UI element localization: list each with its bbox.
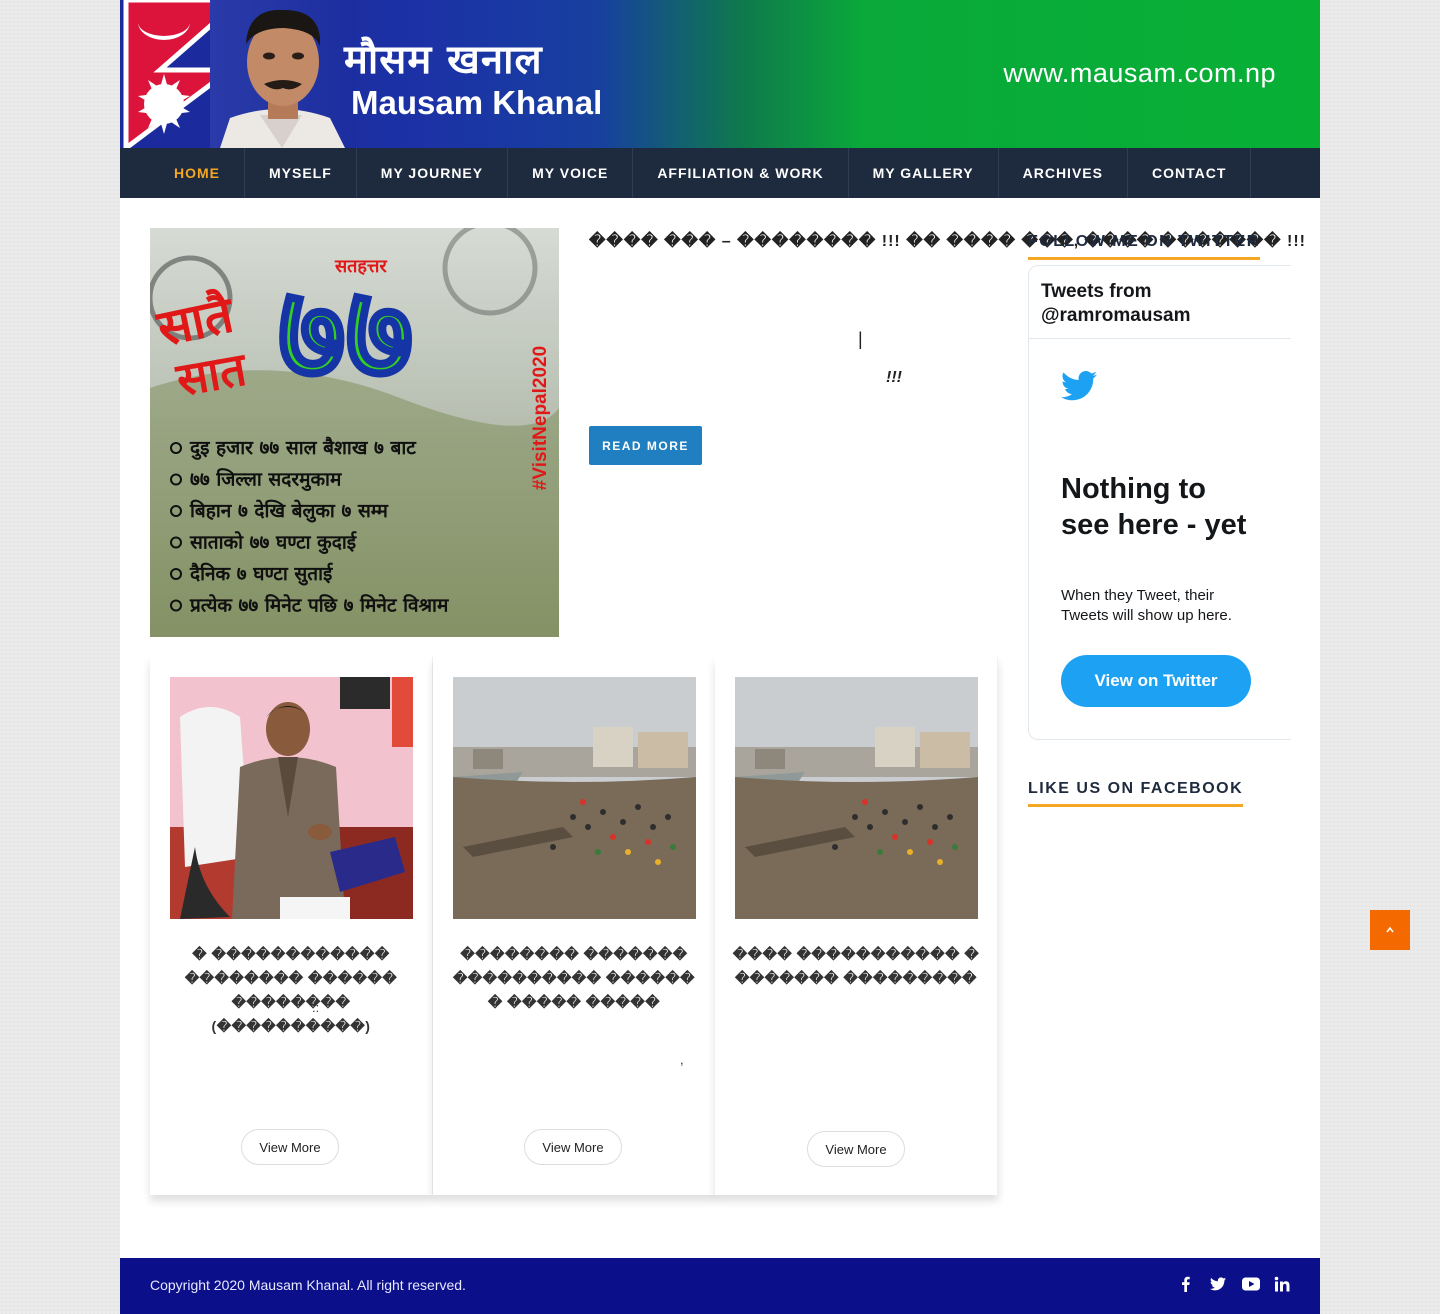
nav-item-my-gallery[interactable]: MY GALLERY [849,148,999,198]
divider [1029,338,1291,339]
post-card-image[interactable] [453,677,696,919]
view-on-twitter-button[interactable]: View on Twitter [1061,655,1251,707]
main-navigation: HOME MYSELF MY JOURNEY MY VOICE AFFILIATION … [120,148,1320,198]
copyright-text: Copyright 2020 Mausam Khanal. All right … [150,1277,466,1293]
poster-line: प्रत्येक ७७ मिनेट पछि ७ मिनेट विश्राम [189,594,449,617]
twitter-timeline-header[interactable]: Tweets from @ramromausam [1041,280,1291,328]
nav-item-my-voice[interactable]: MY VOICE [508,148,634,198]
post-cards: � ������������ �������� ������ �������� … [150,657,998,1197]
poster-line: ७७ जिल्ला सदरमुकाम [190,468,342,492]
nav-item-home[interactable]: HOME [150,148,245,198]
post-card: �������� ������� ���������� ������ � ���… [433,657,716,1195]
twitter-empty-title: Nothing to see here - yet [1061,473,1247,541]
linkedin-icon[interactable] [1274,1276,1290,1292]
facebook-widget-title: LIKE US ON FACEBOOK [1028,780,1244,807]
read-more-button[interactable]: READ MORE [589,426,702,465]
nav-item-my-journey[interactable]: MY JOURNEY [357,148,509,198]
featured-excerpt-fragment: | [858,329,863,349]
featured-poster: सातै सात सतहत्तर ७७ #VisitNepal2020 दुइ … [150,228,559,637]
featured-post-image[interactable]: सातै सात सतहत्तर ७७ #VisitNepal2020 दुइ … [150,228,559,637]
nav-list: HOME MYSELF MY JOURNEY MY VOICE AFFILIATION … [120,148,1320,198]
facebook-icon[interactable] [1178,1276,1194,1292]
poster-big-number: ७७ [278,257,413,409]
post-card-title[interactable]: ���� ����������� � ������� ��������� [729,942,983,990]
site-title-nepali: मौसम खनाल [344,37,543,83]
featured-post-title[interactable]: ���� ��� – �������� !!! �� ���� ���, ���… [589,231,1305,251]
post-card-excerpt-fragment: :: [312,1000,320,1015]
site-footer: Copyright 2020 Mausam Khanal. All right … [120,1258,1320,1314]
featured-excerpt-exclaim: !!! [886,369,902,386]
nav-item-myself[interactable]: MYSELF [245,148,357,198]
view-more-button[interactable]: View More [524,1129,622,1165]
post-card-image[interactable] [170,677,413,919]
view-more-button[interactable]: View More [241,1129,339,1165]
poster-hashtag: #VisitNepal2020 [530,346,551,490]
chevron-up-icon [1386,926,1394,933]
twitter-bird-icon [1061,371,1097,401]
poster-line: बिहान ७ देखि बेलुका ७ सम्म [189,499,388,523]
site-title-english: Mausam Khanal [351,84,603,121]
post-card: � ������������ �������� ������ �������� … [150,657,433,1195]
back-to-top-button[interactable] [1370,910,1410,950]
twitter-icon[interactable] [1210,1276,1226,1292]
poster-line: साताको ७७ घण्टा कुदाई [189,531,357,555]
post-card-title[interactable]: �������� ������� ���������� ������ � ���… [447,942,701,1014]
twitter-empty-subtitle: When they Tweet, their Tweets will show … [1061,587,1232,624]
nav-item-affiliation-work[interactable]: AFFILIATION & WORK [633,148,849,198]
view-more-button[interactable]: View More [807,1131,905,1167]
nav-item-archives[interactable]: ARCHIVES [999,148,1128,198]
post-card-title[interactable]: � ������������ �������� ������ �������� … [164,942,418,1038]
social-links [1178,1276,1290,1292]
nav-item-contact[interactable]: CONTACT [1128,148,1252,198]
post-card: ���� ����������� � ������� ��������� Vie… [715,657,998,1195]
poster-line: दैनिक ७ घण्टा सुताई [189,562,333,586]
poster-line: दुइ हजार ७७ साल बैशाख ७ बाट [189,436,417,460]
page-container: मौसम खनाल Mausam Khanal www.mausam.com.n… [120,0,1320,1314]
post-card-excerpt-fragment: , [680,1052,684,1067]
site-url: www.mausam.com.np [1003,58,1276,88]
twitter-widget-title: FOLLOW ME ON TWITTER [1028,233,1260,260]
twitter-timeline-widget: Tweets from @ramromausam Nothing to see … [1028,265,1291,740]
header-banner[interactable]: मौसम खनाल Mausam Khanal www.mausam.com.n… [120,0,1320,148]
youtube-icon[interactable] [1242,1276,1260,1292]
portrait-image [210,0,356,148]
post-card-image[interactable] [735,677,978,919]
